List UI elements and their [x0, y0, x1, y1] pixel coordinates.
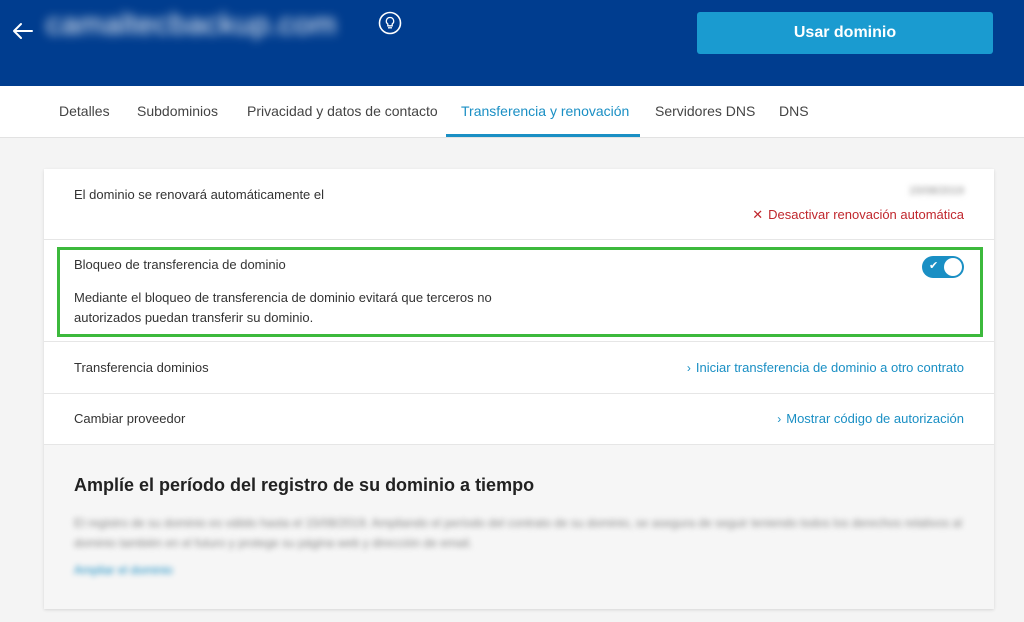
- renewal-promo: Amplíe el período del registro de su dom…: [44, 445, 994, 609]
- tab-subdominios[interactable]: Subdominios: [137, 86, 218, 138]
- transfer-lock-label: Bloqueo de transferencia de dominio: [74, 257, 286, 272]
- show-auth-code-label: Mostrar código de autorización: [786, 411, 964, 426]
- show-auth-code-link[interactable]: › Mostrar código de autorización: [777, 411, 964, 426]
- renewal-label: El dominio se renovará automáticamente e…: [74, 187, 325, 202]
- transfer-lock-toggle[interactable]: ✔: [922, 256, 964, 278]
- check-icon: ✔: [929, 260, 939, 272]
- domain-title: camaltecbackup.com: [46, 8, 337, 41]
- tab-privacidad[interactable]: Privacidad y datos de contacto: [247, 86, 438, 138]
- deactivate-renewal-label: Desactivar renovación automática: [768, 207, 964, 222]
- back-arrow-icon[interactable]: [10, 18, 36, 44]
- provider-row: Cambiar proveedor › Mostrar código de aut…: [44, 394, 994, 445]
- renewal-row: El dominio se renovará automáticamente e…: [44, 169, 994, 240]
- tab-bar: Detalles Subdominios Privacidad y datos …: [0, 86, 1024, 138]
- tab-dns[interactable]: DNS: [779, 86, 809, 138]
- tab-servidores-dns[interactable]: Servidores DNS: [655, 86, 755, 138]
- settings-card: El dominio se renovará automáticamente e…: [44, 169, 994, 609]
- transfer-lock-row: Bloqueo de transferencia de dominio Medi…: [44, 240, 994, 342]
- provider-label: Cambiar proveedor: [74, 411, 186, 426]
- promo-text: El registro de su dominio es válido hast…: [74, 516, 962, 550]
- promo-link[interactable]: Ampliar el dominio: [74, 563, 173, 577]
- close-icon: ✕: [752, 207, 764, 222]
- chevron-right-icon: ›: [686, 361, 691, 375]
- lightbulb-icon[interactable]: [378, 11, 402, 35]
- header-bar: camaltecbackup.com Usar dominio: [0, 0, 1024, 86]
- tab-transferencia[interactable]: Transferencia y renovación: [461, 86, 629, 138]
- chevron-right-icon: ›: [777, 412, 782, 426]
- promo-title: Amplíe el período del registro de su dom…: [74, 475, 535, 495]
- active-tab-indicator: [446, 134, 640, 137]
- use-domain-button[interactable]: Usar dominio: [697, 12, 993, 54]
- transfer-lock-description: Mediante el bloqueo de transferencia de …: [74, 290, 492, 325]
- start-transfer-link[interactable]: › Iniciar transferencia de dominio a otro…: [687, 360, 964, 375]
- transfer-row: Transferencia dominios › Iniciar transfer…: [44, 342, 994, 394]
- deactivate-renewal-link[interactable]: ✕ Desactivar renovación automática: [752, 207, 964, 223]
- tab-detalles[interactable]: Detalles: [59, 86, 110, 138]
- renewal-date: 15/08/2019: [908, 185, 964, 197]
- transfer-label: Transferencia dominios: [74, 360, 209, 375]
- toggle-knob: [944, 258, 962, 276]
- start-transfer-label: Iniciar transferencia de dominio a otro …: [695, 360, 964, 375]
